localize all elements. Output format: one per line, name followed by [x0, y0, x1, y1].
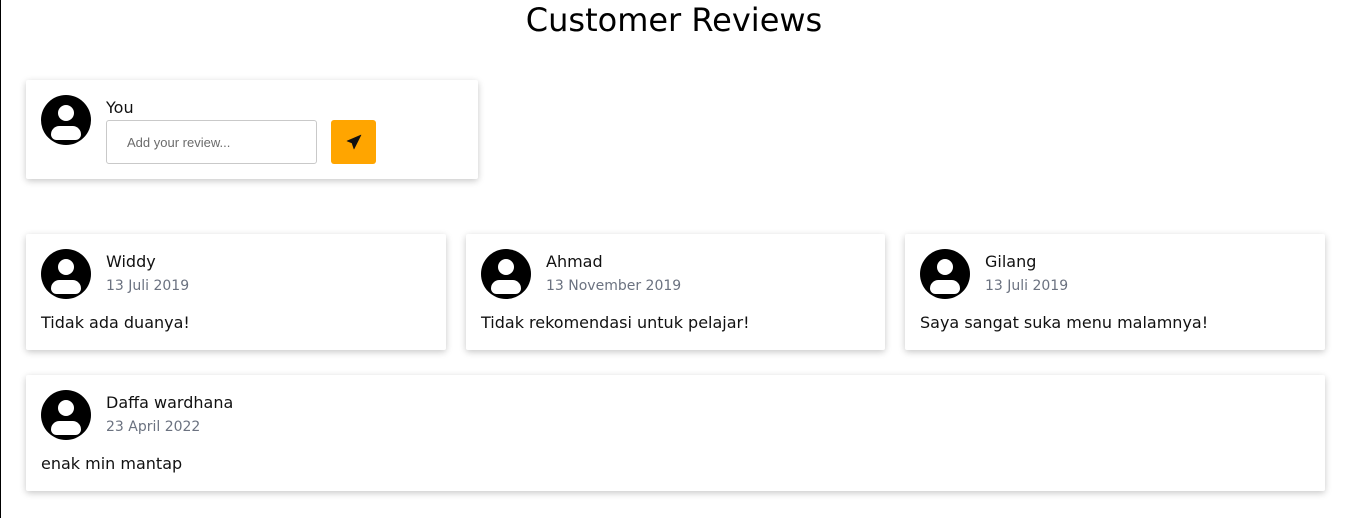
review-date: 23 April 2022 [106, 419, 201, 435]
review-card: Ahmad 13 November 2019 Tidak rekomendasi… [466, 234, 885, 350]
reviewer-avatar-icon [41, 249, 91, 299]
review-date: 13 Juli 2019 [106, 278, 190, 294]
review-text: Tidak ada duanya! [41, 313, 190, 332]
review-card: Widdy 13 Juli 2019 Tidak ada duanya! [26, 234, 446, 350]
send-review-button[interactable] [331, 120, 376, 164]
page-title: Customer Reviews [525, 1, 823, 39]
review-text: Tidak rekomendasi untuk pelajar! [481, 313, 750, 332]
reviewer-name: Daffa wardhana [106, 393, 234, 412]
reviewer-name: Gilang [985, 252, 1037, 271]
review-date: 13 Juli 2019 [985, 278, 1069, 294]
paper-plane-icon [346, 134, 361, 150]
composer-user-name: You [106, 98, 134, 117]
reviewer-avatar-icon [41, 390, 91, 440]
review-card: Daffa wardhana 23 April 2022 enak min ma… [26, 375, 1325, 491]
review-composer-card: You [26, 80, 478, 179]
review-text: Saya sangat suka menu malamnya! [920, 313, 1209, 332]
review-date: 13 November 2019 [546, 278, 682, 294]
reviewer-avatar-icon [920, 249, 970, 299]
user-avatar-icon [41, 95, 91, 145]
review-card: Gilang 13 Juli 2019 Saya sangat suka men… [905, 234, 1325, 350]
reviewer-name: Ahmad [546, 252, 603, 271]
review-input[interactable] [106, 120, 317, 164]
reviewer-name: Widdy [106, 252, 156, 271]
reviewer-avatar-icon [481, 249, 531, 299]
review-text: enak min mantap [41, 454, 183, 473]
